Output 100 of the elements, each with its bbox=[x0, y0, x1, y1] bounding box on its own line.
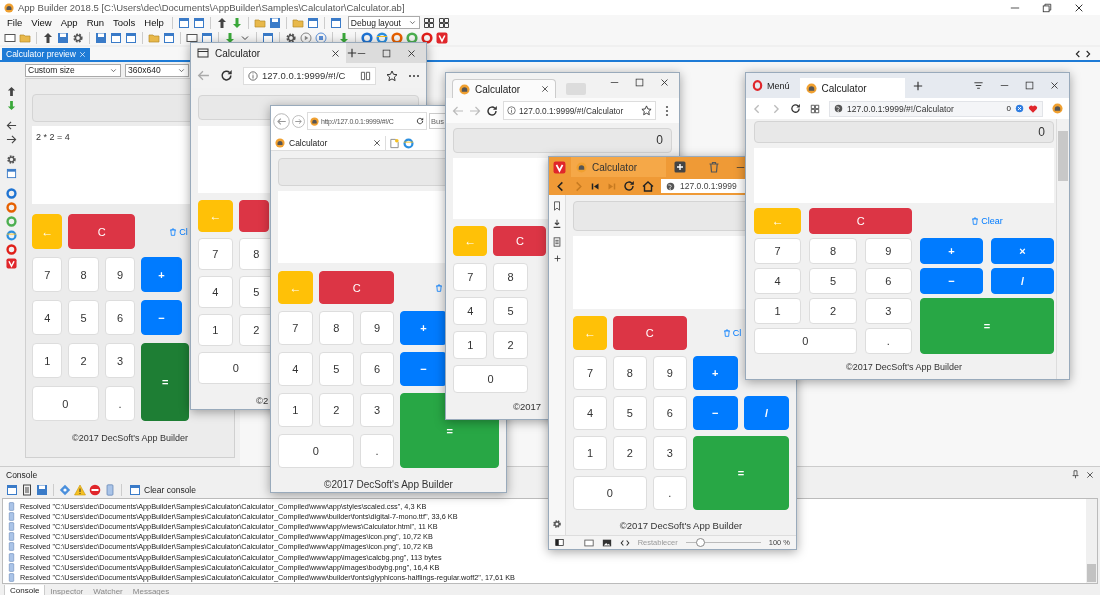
window-icon[interactable] bbox=[4, 31, 16, 44]
digit-key[interactable]: 8 bbox=[809, 238, 857, 264]
reload-icon[interactable] bbox=[220, 69, 233, 82]
operator-key[interactable]: + bbox=[141, 257, 182, 292]
digit-key[interactable]: 7 bbox=[32, 257, 63, 292]
browser-icon[interactable] bbox=[5, 244, 17, 255]
window-icon[interactable] bbox=[5, 168, 17, 179]
operator-key[interactable]: − bbox=[141, 300, 182, 335]
digit-key[interactable]: 4 bbox=[198, 276, 233, 308]
digit-key[interactable]: 6 bbox=[864, 268, 913, 294]
browser-tab[interactable]: Calculator bbox=[452, 79, 556, 98]
trash-icon[interactable] bbox=[435, 283, 444, 292]
trash-icon[interactable] bbox=[722, 329, 731, 337]
digit-key[interactable]: 1 bbox=[573, 436, 607, 470]
close-icon[interactable] bbox=[1074, 2, 1084, 13]
phone-icon[interactable] bbox=[104, 484, 116, 496]
digit-key[interactable]: 5 bbox=[493, 297, 528, 325]
digit-key[interactable]: 6 bbox=[359, 352, 395, 386]
digit-key[interactable]: 6 bbox=[652, 396, 687, 430]
size-select[interactable]: Custom size bbox=[25, 63, 121, 77]
grid-icon[interactable] bbox=[422, 16, 435, 29]
plus-icon[interactable] bbox=[553, 255, 561, 262]
reload-icon[interactable] bbox=[623, 180, 635, 192]
digit-key[interactable]: 2 bbox=[68, 343, 99, 378]
clear-console-button[interactable]: Clear console bbox=[127, 484, 198, 496]
digit-key[interactable]: 8 bbox=[318, 311, 354, 345]
trash-icon[interactable] bbox=[169, 227, 178, 236]
digit-key[interactable]: 9 bbox=[359, 311, 395, 345]
close-icon[interactable] bbox=[373, 139, 381, 147]
book-icon[interactable] bbox=[360, 70, 371, 81]
menu-item[interactable]: Tools bbox=[110, 17, 139, 28]
gear-icon[interactable] bbox=[5, 154, 17, 165]
back-arrow-icon[interactable] bbox=[5, 120, 17, 131]
document-tab[interactable]: Calculator preview bbox=[2, 48, 90, 60]
digit-key[interactable]: 0 bbox=[573, 476, 647, 510]
browser-icon[interactable] bbox=[406, 31, 418, 44]
close-icon[interactable] bbox=[1050, 81, 1059, 90]
filter-icon[interactable] bbox=[973, 80, 984, 91]
digit-key[interactable]: 3 bbox=[864, 298, 913, 324]
digit-key[interactable]: 1 bbox=[453, 331, 488, 359]
play-icon[interactable] bbox=[300, 31, 312, 44]
browser-icon[interactable] bbox=[5, 230, 17, 241]
browser-icon[interactable] bbox=[436, 31, 448, 44]
browser-tab[interactable]: Calculator bbox=[571, 157, 666, 177]
menu-item[interactable]: Run bbox=[83, 17, 108, 28]
browser-icon[interactable] bbox=[5, 188, 17, 199]
browser-icon[interactable] bbox=[391, 31, 403, 44]
arrow-up-icon[interactable] bbox=[42, 31, 54, 44]
grid-icon[interactable] bbox=[810, 103, 820, 114]
window-icon[interactable] bbox=[306, 16, 319, 29]
diamond-icon[interactable] bbox=[59, 484, 71, 496]
operator-key[interactable]: × bbox=[991, 238, 1054, 264]
operator-key[interactable]: − bbox=[400, 352, 447, 386]
gear-icon[interactable] bbox=[72, 31, 84, 44]
bookmark-icon[interactable] bbox=[552, 201, 562, 211]
browser-icon[interactable] bbox=[5, 202, 17, 213]
tab-icon[interactable] bbox=[197, 47, 209, 59]
digit-key[interactable]: 2 bbox=[493, 331, 528, 359]
digit-key[interactable]: 6 bbox=[104, 300, 136, 335]
restore-icon[interactable] bbox=[1042, 2, 1052, 13]
reload-icon[interactable] bbox=[416, 117, 424, 125]
close-icon[interactable] bbox=[541, 85, 549, 93]
close-icon[interactable] bbox=[1086, 470, 1094, 479]
digit-key[interactable]: . bbox=[864, 328, 913, 354]
image-icon[interactable] bbox=[601, 537, 612, 548]
operator-key[interactable]: + bbox=[692, 356, 738, 390]
digit-key[interactable]: . bbox=[359, 434, 395, 468]
operator-key[interactable]: / bbox=[743, 396, 789, 430]
maximize-icon[interactable] bbox=[382, 48, 391, 58]
grid-icon[interactable] bbox=[437, 16, 450, 29]
browser-icon[interactable] bbox=[403, 137, 414, 149]
digit-key[interactable]: 8 bbox=[493, 263, 528, 291]
notes-icon[interactable] bbox=[552, 237, 562, 247]
browser-icon[interactable] bbox=[5, 258, 17, 269]
digit-key[interactable]: 5 bbox=[809, 268, 857, 294]
no-entry-icon[interactable] bbox=[89, 484, 101, 496]
digit-key[interactable]: 3 bbox=[104, 343, 136, 378]
cancel-key[interactable] bbox=[238, 200, 269, 232]
operator-key[interactable]: − bbox=[920, 268, 983, 294]
window-icon[interactable] bbox=[129, 484, 141, 496]
digit-key[interactable]: 4 bbox=[573, 396, 607, 430]
cancel-key[interactable]: C bbox=[493, 226, 547, 256]
arrow-up-icon[interactable] bbox=[5, 86, 17, 97]
stop-icon[interactable] bbox=[315, 31, 327, 44]
code-icon[interactable] bbox=[619, 537, 630, 548]
digit-key[interactable]: 7 bbox=[278, 311, 313, 345]
reload-icon[interactable] bbox=[790, 103, 801, 114]
reload-icon[interactable] bbox=[486, 104, 498, 117]
operator-key[interactable]: + bbox=[920, 238, 983, 264]
browser-icon[interactable] bbox=[553, 160, 566, 174]
pin-icon[interactable] bbox=[1071, 470, 1080, 479]
digit-key[interactable]: 4 bbox=[754, 268, 802, 294]
star-icon[interactable] bbox=[641, 105, 652, 116]
browser-tab[interactable]: Calculator bbox=[191, 43, 346, 63]
maximize-icon[interactable] bbox=[1025, 81, 1034, 90]
trash-icon[interactable] bbox=[971, 217, 980, 225]
window-icon[interactable] bbox=[125, 31, 137, 44]
plus-icon[interactable] bbox=[912, 80, 923, 91]
plus-icon[interactable] bbox=[674, 161, 686, 173]
digit-key[interactable]: 0 bbox=[754, 328, 857, 354]
